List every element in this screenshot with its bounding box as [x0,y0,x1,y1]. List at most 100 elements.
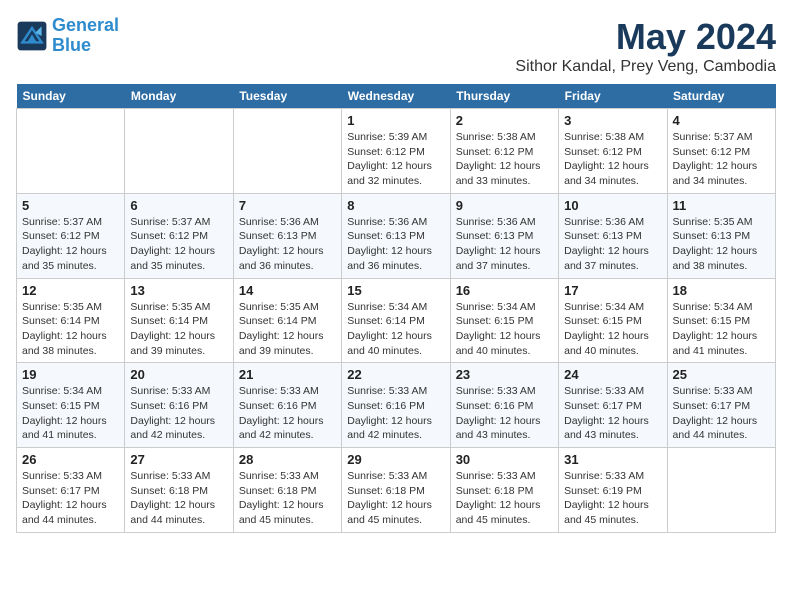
day-number: 26 [22,452,119,467]
day-number: 7 [239,198,336,213]
table-row: 6 Sunrise: 5:37 AMSunset: 6:12 PMDaylight… [125,193,233,278]
table-row: 15 Sunrise: 5:34 AMSunset: 6:14 PMDayligh… [342,278,450,363]
day-number: 17 [564,283,661,298]
day-info: Sunrise: 5:33 AMSunset: 6:18 PMDaylight:… [347,469,444,528]
day-number: 14 [239,283,336,298]
table-row: 20 Sunrise: 5:33 AMSunset: 6:16 PMDayligh… [125,363,233,448]
page-header: General Blue May 2024 Sithor Kandal, Pre… [16,16,776,76]
calendar-week-row: 12 Sunrise: 5:35 AMSunset: 6:14 PMDayligh… [17,278,776,363]
table-row: 12 Sunrise: 5:35 AMSunset: 6:14 PMDayligh… [17,278,125,363]
day-info: Sunrise: 5:34 AMSunset: 6:14 PMDaylight:… [347,300,444,359]
day-info: Sunrise: 5:38 AMSunset: 6:12 PMDaylight:… [456,130,553,189]
day-number: 21 [239,367,336,382]
day-info: Sunrise: 5:35 AMSunset: 6:14 PMDaylight:… [239,300,336,359]
day-info: Sunrise: 5:39 AMSunset: 6:12 PMDaylight:… [347,130,444,189]
table-row: 9Sunrise: 5:36 AMSunset: 6:13 PMDaylight… [450,193,558,278]
calendar: Sunday Monday Tuesday Wednesday Thursday… [16,84,776,533]
table-row: 29 Sunrise: 5:33 AMSunset: 6:18 PMDayligh… [342,448,450,533]
location-title: Sithor Kandal, Prey Veng, Cambodia [515,58,776,76]
day-info: Sunrise: 5:36 AMSunset: 6:13 PMDaylight:… [347,215,444,274]
table-row: 21 Sunrise: 5:33 AMSunset: 6:16 PMDayligh… [233,363,341,448]
day-number: 3 [564,113,661,128]
day-number: 16 [456,283,553,298]
weekday-monday: Monday [125,84,233,109]
day-info: Sunrise: 5:37 AMSunset: 6:12 PMDaylight:… [22,215,119,274]
calendar-week-row: 26 Sunrise: 5:33 AMSunset: 6:17 PMDayligh… [17,448,776,533]
day-number: 12 [22,283,119,298]
calendar-week-row: 1 Sunrise: 5:39 AMSunset: 6:12 PMDaylight… [17,109,776,194]
day-number: 10 [564,198,661,213]
table-row: 28 Sunrise: 5:33 AMSunset: 6:18 PMDayligh… [233,448,341,533]
day-number: 15 [347,283,444,298]
table-row: 27Sunrise: 5:33 AMSunset: 6:18 PMDayligh… [125,448,233,533]
day-info: Sunrise: 5:33 AMSunset: 6:17 PMDaylight:… [22,469,119,528]
day-info: Sunrise: 5:37 AMSunset: 6:12 PMDaylight:… [130,215,227,274]
table-row: 17Sunrise: 5:34 AMSunset: 6:15 PMDayligh… [559,278,667,363]
day-number: 13 [130,283,227,298]
day-number: 4 [673,113,770,128]
day-number: 1 [347,113,444,128]
day-number: 28 [239,452,336,467]
table-row: 3 Sunrise: 5:38 AMSunset: 6:12 PMDaylight… [559,109,667,194]
day-info: Sunrise: 5:33 AMSunset: 6:16 PMDaylight:… [239,384,336,443]
table-row: 2Sunrise: 5:38 AMSunset: 6:12 PMDaylight… [450,109,558,194]
calendar-week-row: 5 Sunrise: 5:37 AMSunset: 6:12 PMDaylight… [17,193,776,278]
table-row: 19 Sunrise: 5:34 AMSunset: 6:15 PMDayligh… [17,363,125,448]
calendar-header-row: Sunday Monday Tuesday Wednesday Thursday… [17,84,776,109]
table-row: 10 Sunrise: 5:36 AMSunset: 6:13 PMDayligh… [559,193,667,278]
weekday-tuesday: Tuesday [233,84,341,109]
day-number: 19 [22,367,119,382]
table-row: 23 Sunrise: 5:33 AMSunset: 6:16 PMDayligh… [450,363,558,448]
day-info: Sunrise: 5:35 AMSunset: 6:13 PMDaylight:… [673,215,770,274]
table-row [667,448,775,533]
day-info: Sunrise: 5:34 AMSunset: 6:15 PMDaylight:… [673,300,770,359]
table-row: 11Sunrise: 5:35 AMSunset: 6:13 PMDayligh… [667,193,775,278]
day-info: Sunrise: 5:34 AMSunset: 6:15 PMDaylight:… [456,300,553,359]
day-number: 6 [130,198,227,213]
table-row [17,109,125,194]
day-number: 8 [347,198,444,213]
table-row: 1 Sunrise: 5:39 AMSunset: 6:12 PMDaylight… [342,109,450,194]
weekday-friday: Friday [559,84,667,109]
table-row [233,109,341,194]
calendar-week-row: 19 Sunrise: 5:34 AMSunset: 6:15 PMDayligh… [17,363,776,448]
table-row: 24Sunrise: 5:33 AMSunset: 6:17 PMDayligh… [559,363,667,448]
table-row: 25Sunrise: 5:33 AMSunset: 6:17 PMDayligh… [667,363,775,448]
day-info: Sunrise: 5:33 AMSunset: 6:18 PMDaylight:… [456,469,553,528]
day-info: Sunrise: 5:33 AMSunset: 6:17 PMDaylight:… [564,384,661,443]
day-number: 23 [456,367,553,382]
logo-icon [16,20,48,52]
day-number: 30 [456,452,553,467]
table-row: 7 Sunrise: 5:36 AMSunset: 6:13 PMDaylight… [233,193,341,278]
day-number: 20 [130,367,227,382]
day-info: Sunrise: 5:33 AMSunset: 6:16 PMDaylight:… [130,384,227,443]
day-info: Sunrise: 5:36 AMSunset: 6:13 PMDaylight:… [239,215,336,274]
day-info: Sunrise: 5:34 AMSunset: 6:15 PMDaylight:… [22,384,119,443]
day-number: 22 [347,367,444,382]
month-title: May 2024 [515,16,776,58]
weekday-thursday: Thursday [450,84,558,109]
table-row: 14 Sunrise: 5:35 AMSunset: 6:14 PMDayligh… [233,278,341,363]
day-number: 5 [22,198,119,213]
table-row: 13 Sunrise: 5:35 AMSunset: 6:14 PMDayligh… [125,278,233,363]
day-info: Sunrise: 5:33 AMSunset: 6:18 PMDaylight:… [239,469,336,528]
day-number: 9 [456,198,553,213]
day-info: Sunrise: 5:36 AMSunset: 6:13 PMDaylight:… [564,215,661,274]
day-info: Sunrise: 5:37 AMSunset: 6:12 PMDaylight:… [673,130,770,189]
day-number: 31 [564,452,661,467]
logo-text: General Blue [52,16,119,56]
logo: General Blue [16,16,119,56]
day-number: 29 [347,452,444,467]
day-info: Sunrise: 5:35 AMSunset: 6:14 PMDaylight:… [22,300,119,359]
day-info: Sunrise: 5:33 AMSunset: 6:16 PMDaylight:… [456,384,553,443]
table-row: 8 Sunrise: 5:36 AMSunset: 6:13 PMDaylight… [342,193,450,278]
table-row: 31Sunrise: 5:33 AMSunset: 6:19 PMDayligh… [559,448,667,533]
day-info: Sunrise: 5:35 AMSunset: 6:14 PMDaylight:… [130,300,227,359]
day-info: Sunrise: 5:33 AMSunset: 6:18 PMDaylight:… [130,469,227,528]
table-row: 4 Sunrise: 5:37 AMSunset: 6:12 PMDaylight… [667,109,775,194]
day-info: Sunrise: 5:33 AMSunset: 6:17 PMDaylight:… [673,384,770,443]
table-row: 26 Sunrise: 5:33 AMSunset: 6:17 PMDayligh… [17,448,125,533]
table-row: 5 Sunrise: 5:37 AMSunset: 6:12 PMDaylight… [17,193,125,278]
table-row: 16 Sunrise: 5:34 AMSunset: 6:15 PMDayligh… [450,278,558,363]
day-info: Sunrise: 5:38 AMSunset: 6:12 PMDaylight:… [564,130,661,189]
